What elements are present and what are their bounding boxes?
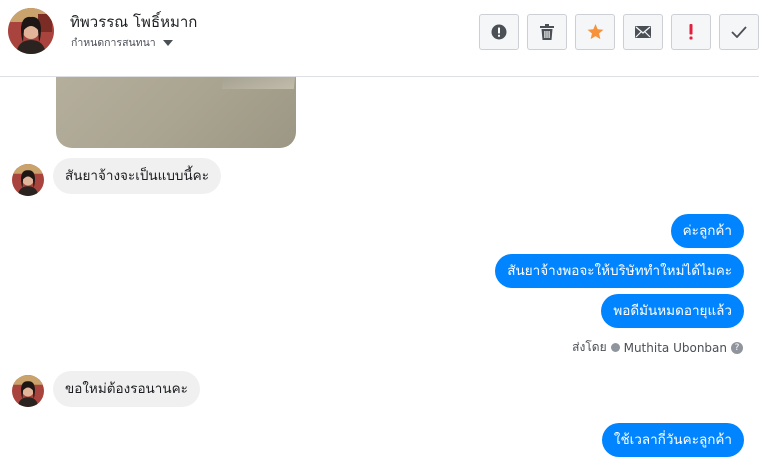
chevron-down-icon xyxy=(162,39,173,46)
report-icon xyxy=(491,24,507,40)
spam-button[interactable] xyxy=(671,14,711,50)
photo-object xyxy=(221,77,296,89)
message-outgoing[interactable]: พอดีมันหมดอายุแล้ว xyxy=(601,294,744,328)
done-icon xyxy=(731,26,747,38)
contact-avatar-small[interactable] xyxy=(12,375,44,407)
spam-icon xyxy=(689,24,693,40)
delete-icon xyxy=(540,24,554,40)
report-button[interactable] xyxy=(479,14,519,50)
message-incoming[interactable]: สันยาจ้างจะเป็นแบบนี้คะ xyxy=(53,158,221,194)
message-thread: สันยาจ้างจะเป็นแบบนี้คะ ค่ะลูกค้า สันยาจ… xyxy=(0,77,759,468)
mark-unread-icon xyxy=(635,26,651,38)
delete-button[interactable] xyxy=(527,14,567,50)
star-icon xyxy=(587,24,603,40)
done-button[interactable] xyxy=(719,14,759,50)
contact-avatar[interactable] xyxy=(8,8,54,54)
message-outgoing[interactable]: สันยาจ้างพอจะให้บริษัททำใหม่ได้ไมคะ xyxy=(495,254,744,288)
mark-unread-button[interactable] xyxy=(623,14,663,50)
sent-by-line: ส่งโดย Muthita Ubonban ? xyxy=(572,338,743,357)
conversation-header: ทิพวรรณ โพธิ์หมาก กำหนดการสนทนา xyxy=(0,0,759,77)
photo-attachment[interactable] xyxy=(56,77,296,148)
star-button[interactable] xyxy=(575,14,615,50)
sender-name[interactable]: Muthita Ubonban xyxy=(624,341,727,355)
conversation-toolbar xyxy=(479,14,759,50)
conversation-settings-label: กำหนดการสนทนา xyxy=(71,37,156,49)
contact-avatar-small[interactable] xyxy=(12,164,44,196)
sender-status-icon xyxy=(610,343,620,352)
help-icon[interactable]: ? xyxy=(731,341,743,354)
conversation-settings[interactable]: กำหนดการสนทนา xyxy=(71,34,173,51)
contact-name[interactable]: ทิพวรรณ โพธิ์หมาก xyxy=(70,10,197,34)
sent-by-prefix: ส่งโดย xyxy=(572,340,607,354)
message-outgoing[interactable]: ค่ะลูกค้า xyxy=(670,214,744,248)
message-incoming[interactable]: ขอใหม่ต้องรอนานคะ xyxy=(53,371,200,407)
message-outgoing[interactable]: ใช้เวลากี่วันคะลูกค้า xyxy=(601,423,744,457)
